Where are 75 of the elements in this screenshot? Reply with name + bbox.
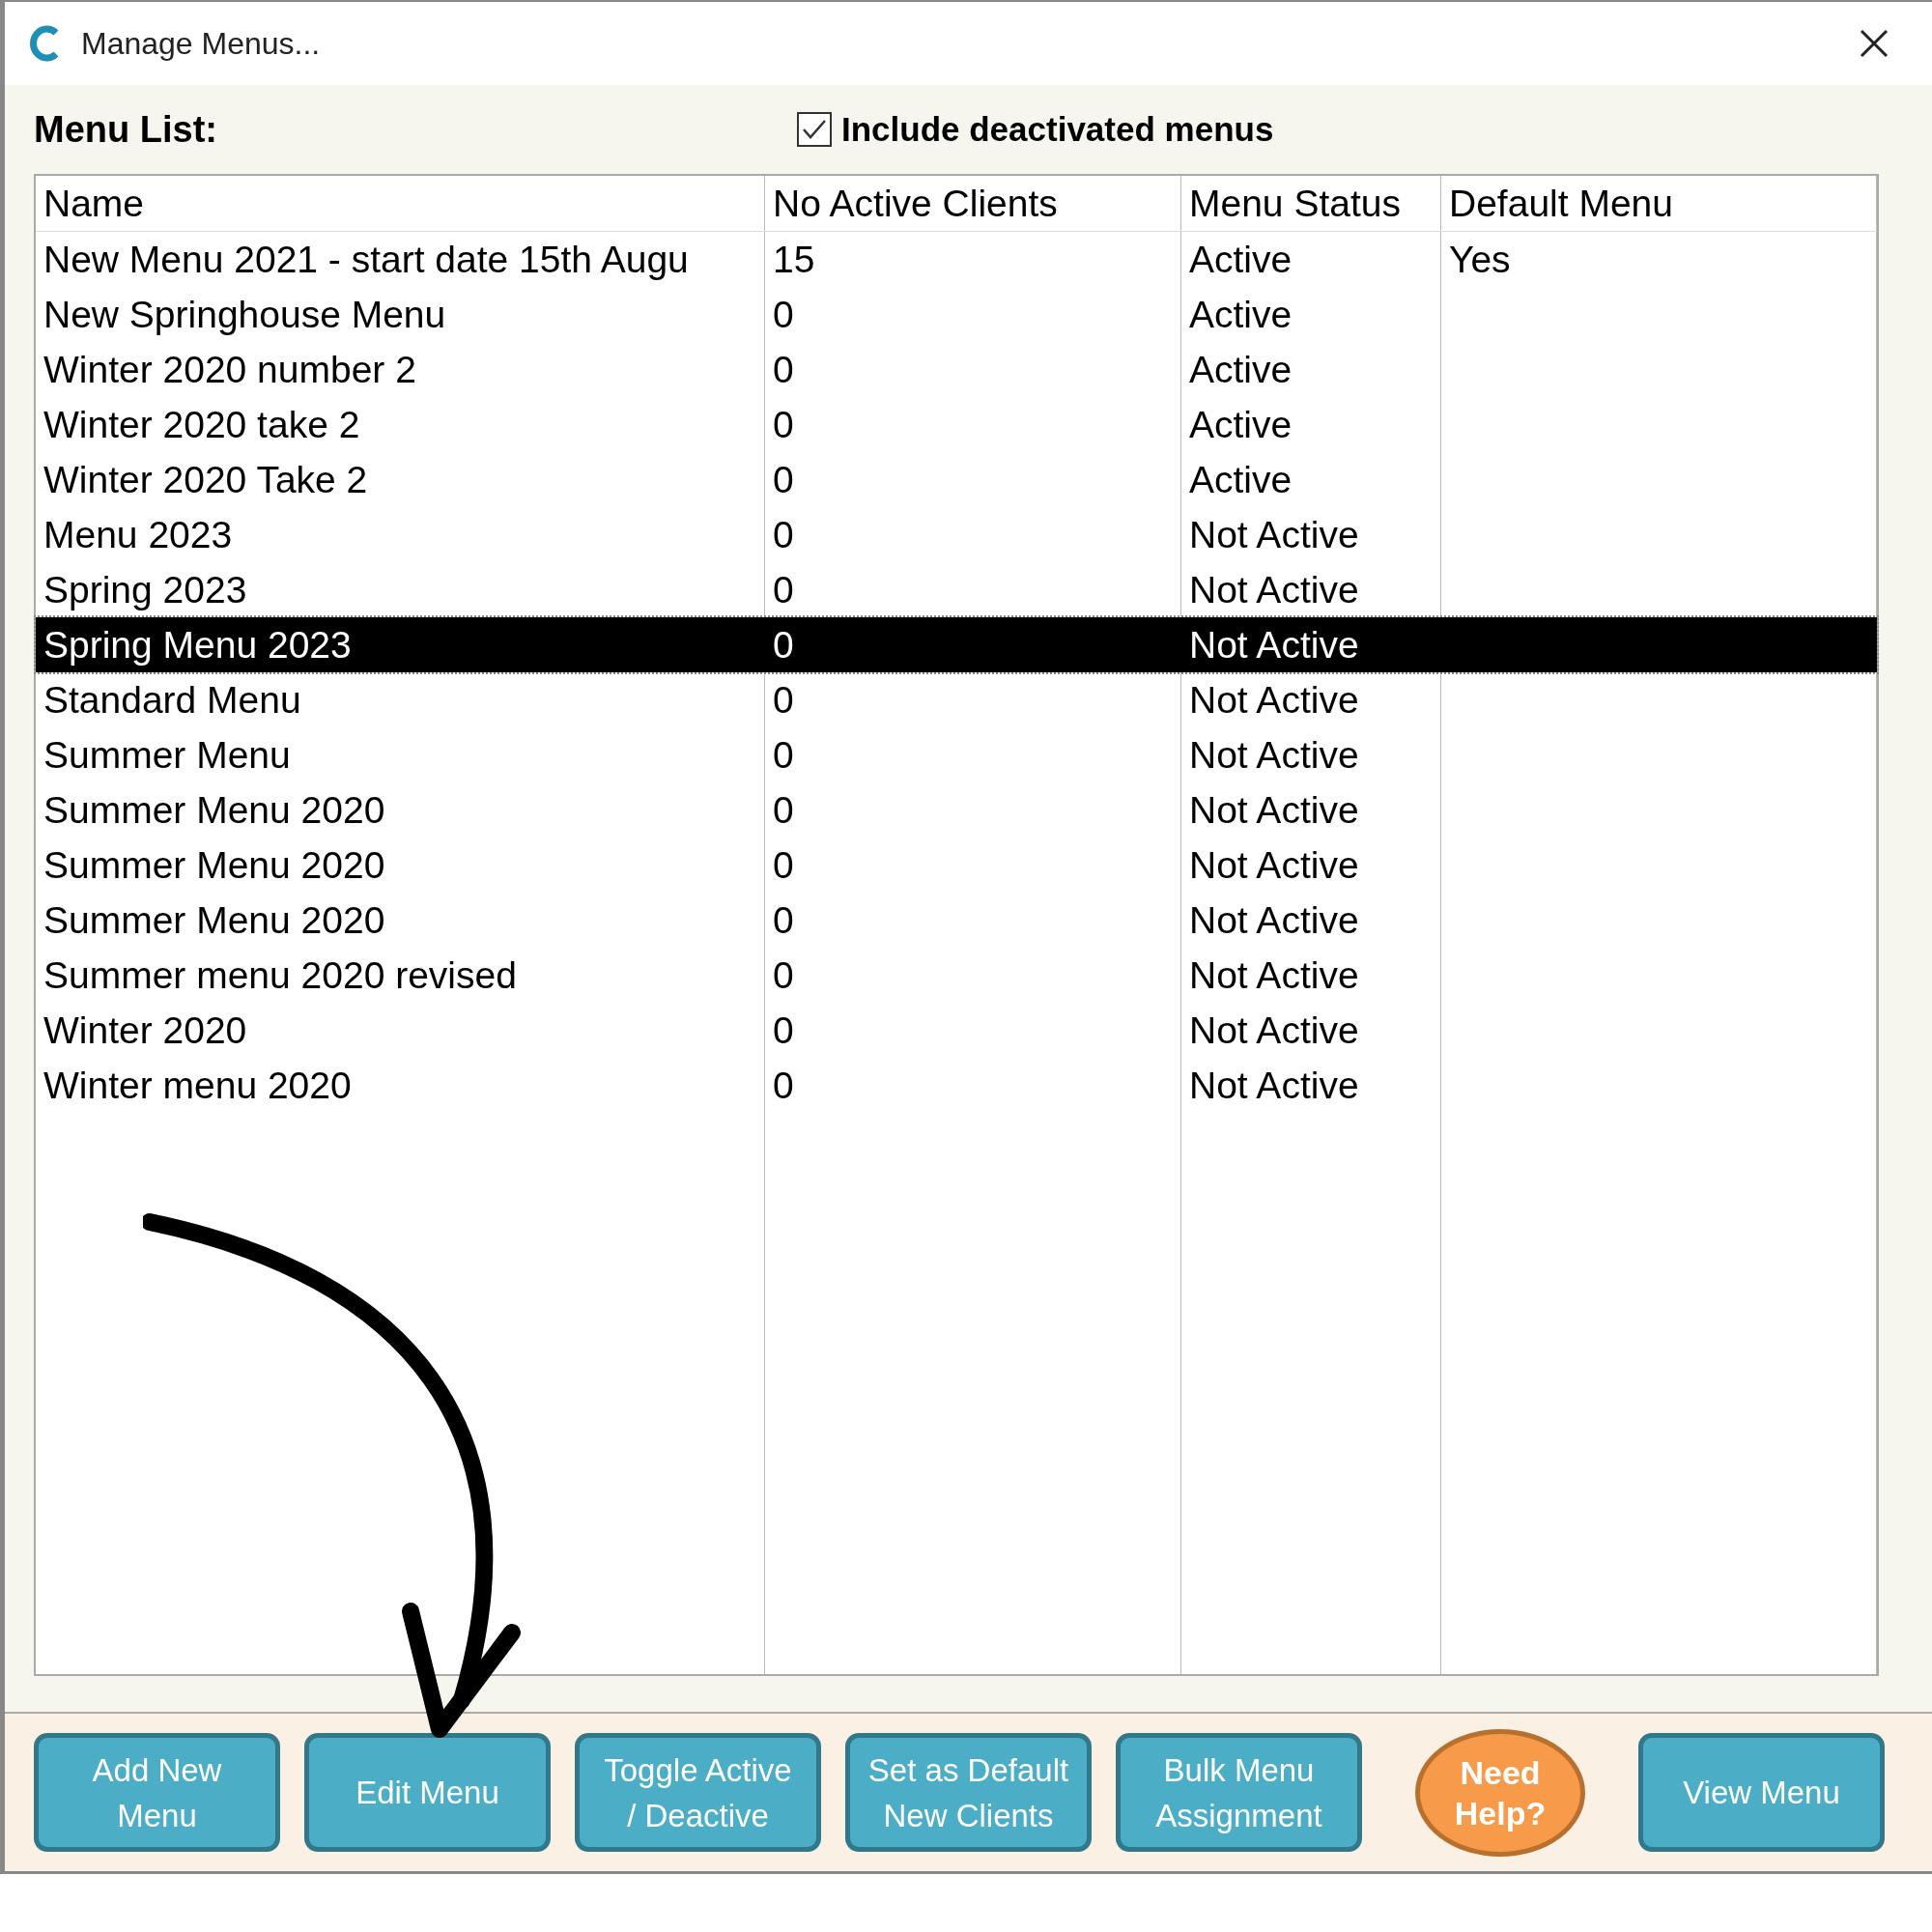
table-cell: Yes bbox=[1449, 239, 1511, 280]
table-cell: 0 bbox=[773, 514, 794, 555]
table-cell: Not Active bbox=[1189, 624, 1359, 666]
table-cell: 0 bbox=[773, 679, 794, 721]
table-row[interactable]: Winter 2020 take 2 0 Active bbox=[36, 397, 1877, 452]
table-cell: Winter 2020 bbox=[43, 1009, 247, 1051]
include-deactivated-checkbox[interactable] bbox=[797, 112, 832, 147]
table-row[interactable]: Summer Menu 0 Not Active bbox=[36, 727, 1877, 782]
table-cell: Menu 2023 bbox=[43, 514, 233, 555]
table-cell: Summer Menu 2020 bbox=[43, 899, 385, 941]
selected-table-row[interactable]: Spring Menu 2023 0 Not Active bbox=[36, 617, 1877, 672]
table-cell: 0 bbox=[773, 569, 794, 611]
table-cell: Not Active bbox=[1189, 844, 1359, 886]
table-cell: Summer Menu bbox=[43, 734, 291, 776]
table-cell: Summer Menu 2020 bbox=[43, 789, 385, 831]
table-cell: 0 bbox=[773, 624, 794, 666]
menu-list-label: Menu List: bbox=[34, 107, 218, 152]
table-row[interactable]: New Menu 2021 - start date 15th Augu 15 Active Yes bbox=[36, 232, 1877, 287]
table-row[interactable]: Summer Menu 2020 0 Not Active bbox=[36, 782, 1877, 838]
table-cell: 0 bbox=[773, 294, 794, 335]
table-cell: Summer Menu 2020 bbox=[43, 844, 385, 886]
close-icon[interactable] bbox=[1860, 29, 1889, 58]
table-cell: 0 bbox=[773, 404, 794, 445]
table-row[interactable]: New Springhouse Menu 0 Active bbox=[36, 287, 1877, 342]
table-cell: Spring 2023 bbox=[43, 569, 247, 611]
table-cell: Not Active bbox=[1189, 569, 1359, 611]
table-row[interactable]: Winter 2020 0 Not Active bbox=[36, 1003, 1877, 1058]
table-cell: 0 bbox=[773, 1009, 794, 1051]
table-cell: Active bbox=[1189, 294, 1293, 335]
table-cell: 0 bbox=[773, 789, 794, 831]
table-cell: Not Active bbox=[1189, 514, 1359, 555]
table-row[interactable]: Summer Menu 2020 0 Not Active bbox=[36, 838, 1877, 893]
table-cell: Standard Menu bbox=[43, 679, 301, 721]
checkmark-icon bbox=[802, 119, 827, 140]
table-cell: Winter menu 2020 bbox=[43, 1065, 352, 1106]
table-cell: Winter 2020 Take 2 bbox=[43, 459, 368, 500]
table-cell: 0 bbox=[773, 349, 794, 390]
table-cell: Spring Menu 2023 bbox=[43, 624, 352, 666]
table-cell: Active bbox=[1189, 459, 1293, 500]
table-row[interactable]: Spring 2023 0 Not Active bbox=[36, 562, 1877, 617]
table-cell: 0 bbox=[773, 1065, 794, 1106]
table-cell: New Menu 2021 - start date 15th Augu bbox=[43, 239, 689, 280]
table-row[interactable]: Winter menu 2020 0 Not Active bbox=[36, 1058, 1877, 1113]
table-cell: Winter 2020 number 2 bbox=[43, 349, 416, 390]
table-cell: Not Active bbox=[1189, 789, 1359, 831]
table-cell: Not Active bbox=[1189, 899, 1359, 941]
table-cell: 0 bbox=[773, 459, 794, 500]
table-cell: Not Active bbox=[1189, 1065, 1359, 1106]
table-cell: 0 bbox=[773, 844, 794, 886]
table-cell: Summer menu 2020 revised bbox=[43, 954, 517, 996]
table-cell: 0 bbox=[773, 734, 794, 776]
table-row[interactable]: Summer menu 2020 revised 0 Not Active bbox=[36, 948, 1877, 1003]
table-row[interactable]: Standard Menu 0 Not Active bbox=[36, 672, 1877, 727]
table-row[interactable]: Summer Menu 2020 0 Not Active bbox=[36, 893, 1877, 948]
window-title: Manage Menus... bbox=[81, 25, 321, 63]
table-cell: Winter 2020 take 2 bbox=[43, 404, 360, 445]
table-row[interactable]: Winter 2020 Take 2 0 Active bbox=[36, 452, 1877, 507]
column-header[interactable]: Default Menu bbox=[1441, 176, 1877, 231]
table-row[interactable]: Menu 2023 0 Not Active bbox=[36, 507, 1877, 562]
table-cell: 0 bbox=[773, 954, 794, 996]
table-cell: 15 bbox=[773, 239, 815, 280]
column-header[interactable]: Menu Status bbox=[1181, 176, 1441, 231]
table-cell: Active bbox=[1189, 239, 1293, 280]
table-cell: New Springhouse Menu bbox=[43, 294, 446, 335]
table-cell: Active bbox=[1189, 349, 1293, 390]
column-header[interactable]: No Active Clients bbox=[765, 176, 1181, 231]
table-cell: Active bbox=[1189, 404, 1293, 445]
table-row[interactable]: Winter 2020 number 2 0 Active bbox=[36, 342, 1877, 397]
column-header[interactable]: Name bbox=[36, 176, 765, 231]
table-cell: Not Active bbox=[1189, 954, 1359, 996]
checkbox-label: Include deactivated menus bbox=[841, 108, 1274, 150]
table-cell: Not Active bbox=[1189, 1009, 1359, 1051]
table-cell: Not Active bbox=[1189, 734, 1359, 776]
table-cell: Not Active bbox=[1189, 679, 1359, 721]
table-cell: 0 bbox=[773, 899, 794, 941]
